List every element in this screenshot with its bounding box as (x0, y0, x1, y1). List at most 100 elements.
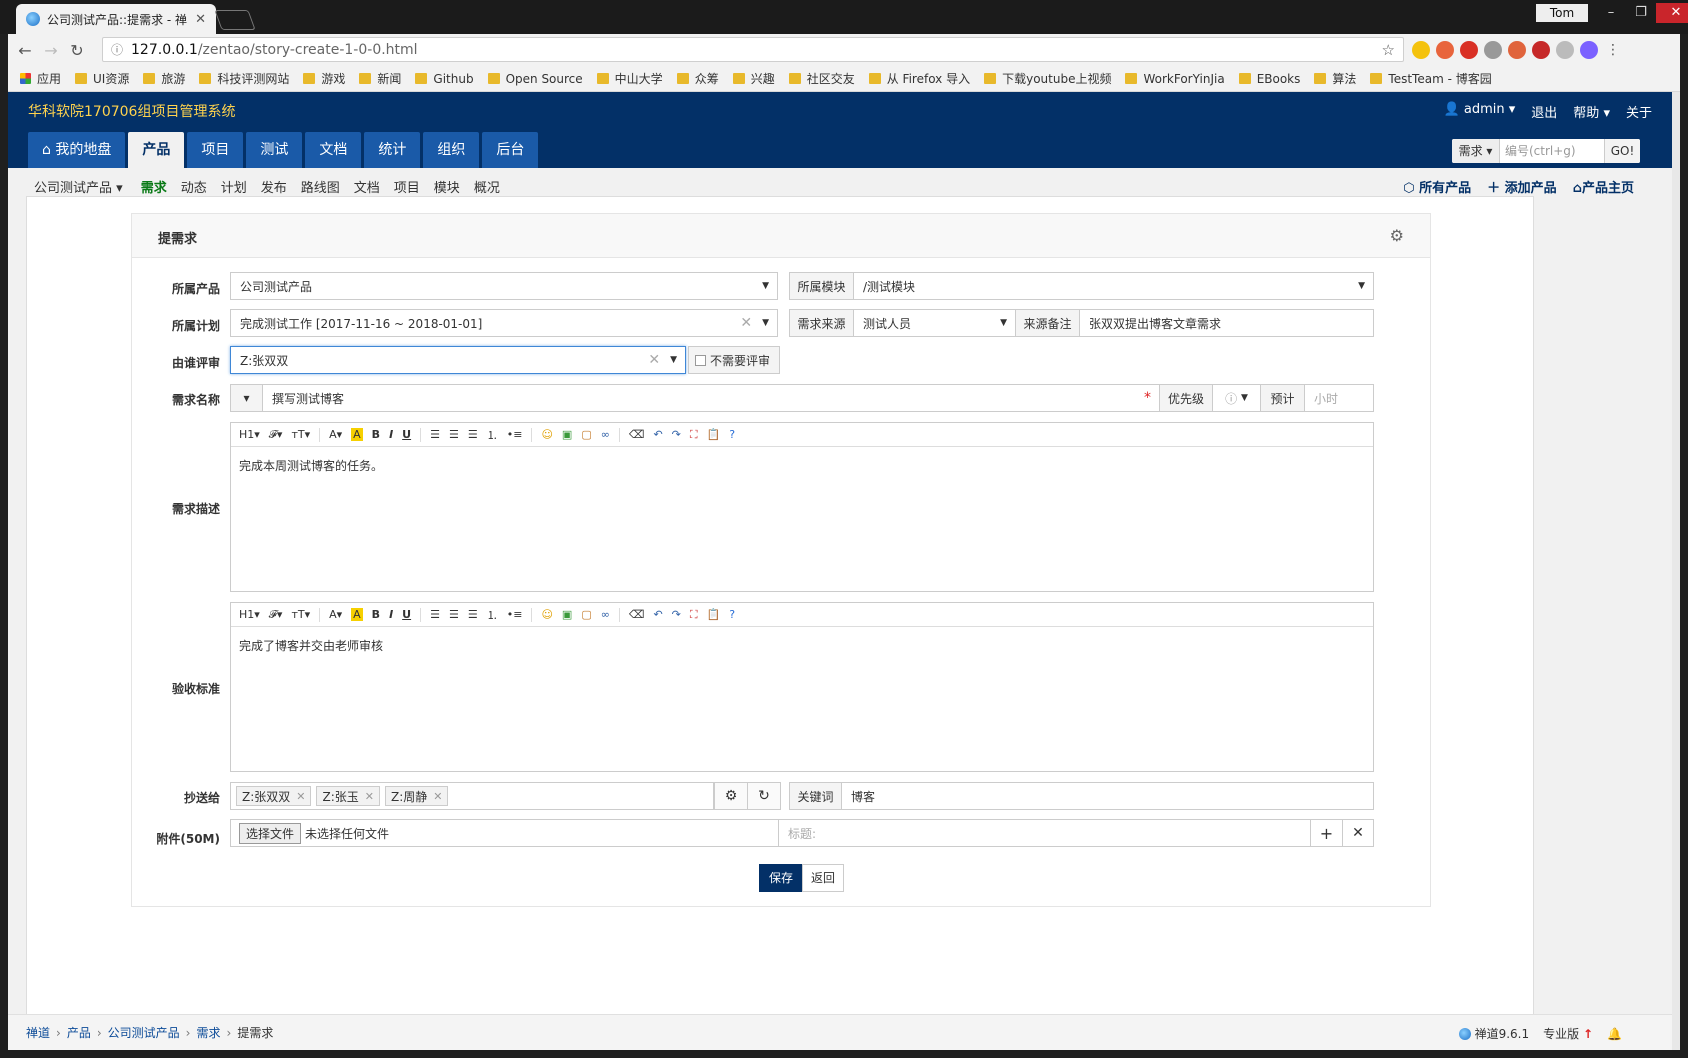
bookmark-item[interactable]: 众筹 (676, 70, 719, 87)
image-icon[interactable]: ▣ (562, 428, 572, 441)
main-nav-item[interactable]: 统计 (364, 132, 421, 168)
breadcrumb-item[interactable]: 产品 (67, 1024, 91, 1041)
search-type-select[interactable]: 需求 ▾ (1452, 139, 1500, 163)
story-name-input[interactable]: 撰写测试博客 (263, 390, 1144, 407)
source-select[interactable]: 测试人员 ▼ (854, 310, 1016, 336)
remove-file-icon[interactable]: ✕ (1342, 819, 1374, 847)
choose-file-button[interactable]: 选择文件 (239, 822, 302, 844)
sub-nav-item[interactable]: 项目 (394, 177, 420, 196)
emoji-icon[interactable]: ☺ (541, 608, 552, 621)
close-tab-icon[interactable]: ✕ (195, 12, 206, 27)
bullet-list-icon[interactable]: •≡ (507, 608, 523, 621)
link-icon[interactable]: ∞ (601, 428, 610, 441)
help-icon[interactable]: ? (729, 608, 735, 621)
plan-select[interactable]: 完成测试工作 [2017-11-16 ~ 2018-01-01] ✕ ▼ (230, 309, 778, 337)
undo-icon[interactable]: ↶ (653, 428, 662, 441)
bold-icon[interactable]: B (372, 428, 380, 441)
highlight-icon[interactable]: A (351, 428, 363, 441)
bookmark-star-icon[interactable]: ☆ (1382, 41, 1395, 59)
font-size-icon[interactable]: тT▾ (291, 608, 310, 621)
ordered-list-icon[interactable]: ⒈ (487, 607, 498, 623)
estimate-input[interactable]: 小时 (1305, 390, 1373, 407)
bookmark-item[interactable]: 社区交友 (788, 70, 855, 87)
mailto-tag[interactable]: Z:张双双 ✕ (236, 786, 312, 806)
underline-icon[interactable]: U (402, 428, 411, 441)
underline-icon[interactable]: U (402, 608, 411, 621)
main-nav-item[interactable]: 测试 (246, 132, 303, 168)
about-link[interactable]: 关于 (1626, 102, 1652, 121)
extension-icon[interactable] (1484, 41, 1502, 59)
font-size-icon[interactable]: тT▾ (291, 428, 310, 441)
forward-arrow-icon[interactable]: → (38, 41, 64, 60)
paste-icon[interactable]: 📋 (707, 428, 721, 441)
minimize-icon[interactable]: – (1596, 3, 1626, 23)
browser-tab[interactable]: 公司测试产品::提需求 - 禅 ✕ (16, 4, 216, 34)
bookmark-item[interactable]: 新闻 (359, 70, 401, 87)
remove-tag-icon[interactable]: ✕ (365, 790, 374, 803)
clear-icon[interactable]: ✕ (648, 352, 660, 368)
remove-tag-icon[interactable]: ✕ (433, 790, 442, 803)
bookmark-item[interactable]: UI资源 (75, 70, 129, 87)
gear-icon[interactable]: ⚙ (1390, 226, 1404, 245)
bell-icon[interactable]: 🔔 (1607, 1027, 1622, 1041)
search-input[interactable]: 编号(ctrl+g) (1500, 139, 1604, 163)
bookmark-item[interactable]: 旅游 (143, 70, 185, 87)
save-button[interactable]: 保存 (759, 864, 803, 892)
keywords-input[interactable]: 博客 (842, 788, 875, 805)
bookmark-item[interactable]: Open Source (487, 72, 583, 86)
align-center-icon[interactable]: ☰ (449, 428, 459, 441)
bookmark-item[interactable]: Github (415, 72, 474, 86)
heading-icon[interactable]: H1▾ (239, 428, 260, 441)
search-go-button[interactable]: GO! (1604, 139, 1640, 163)
sub-nav-item[interactable]: 发布 (261, 177, 287, 196)
info-icon[interactable]: ⓘ (111, 41, 123, 58)
main-nav-item[interactable]: 项目 (187, 132, 244, 168)
module-select[interactable]: 所属模块 /测试模块 ▼ (789, 272, 1374, 300)
font-color-icon[interactable]: A▾ (329, 608, 342, 621)
italic-icon[interactable]: I (389, 428, 393, 441)
link-icon[interactable]: ∞ (601, 608, 610, 621)
font-family-icon[interactable]: 𝓕▾ (269, 428, 283, 442)
all-products-link[interactable]: ⬡ 所有产品 (1403, 177, 1471, 196)
undo-icon[interactable]: ↶ (653, 608, 662, 621)
bullet-list-icon[interactable]: •≡ (507, 428, 523, 441)
sub-nav-item[interactable]: 路线图 (301, 177, 340, 196)
main-nav-item[interactable]: ⌂ 我的地盘 (28, 132, 126, 168)
bold-icon[interactable]: B (372, 608, 380, 621)
close-window-icon[interactable]: ✕ (1656, 3, 1688, 23)
fullscreen-icon[interactable]: ⛶ (690, 608, 698, 622)
bookmark-item[interactable]: 兴趣 (732, 70, 775, 87)
heading-icon[interactable]: H1▾ (239, 608, 260, 621)
bookmark-item[interactable]: 应用 (20, 70, 61, 87)
align-left-icon[interactable]: ☰ (430, 428, 440, 441)
priority-select[interactable]: ⓘ ▼ (1213, 385, 1261, 411)
font-family-icon[interactable]: 𝓕▾ (269, 608, 283, 622)
main-nav-item[interactable]: 后台 (482, 132, 539, 168)
product-home-link[interactable]: ⌂产品主页 (1573, 177, 1634, 196)
upgrade-arrow-icon[interactable]: ↑ (1583, 1027, 1593, 1041)
bookmark-item[interactable]: 下载youtube上视频 (984, 70, 1111, 87)
breadcrumb-item[interactable]: 禅道 (26, 1024, 50, 1041)
main-nav-item[interactable]: 产品 (128, 132, 185, 168)
sub-nav-item[interactable]: 模块 (434, 177, 460, 196)
file-title-input[interactable]: 标题: (778, 819, 1311, 847)
back-button[interactable]: 返回 (802, 864, 844, 892)
sub-nav-item[interactable]: 动态 (181, 177, 207, 196)
vertical-scrollbar[interactable] (1672, 92, 1680, 1050)
italic-icon[interactable]: I (389, 608, 393, 621)
product-switcher[interactable]: 公司测试产品 ▾ (34, 177, 123, 196)
extension-icon[interactable] (1508, 41, 1526, 59)
align-right-icon[interactable]: ☰ (468, 608, 478, 621)
redo-icon[interactable]: ↷ (672, 608, 681, 621)
extension-icon[interactable] (1532, 41, 1550, 59)
logout-link[interactable]: 退出 (1531, 102, 1557, 121)
extension-icon[interactable] (1412, 41, 1430, 59)
paste-icon[interactable]: 📋 (707, 608, 721, 621)
bookmark-item[interactable]: TestTeam - 博客园 (1370, 70, 1492, 87)
browser-user[interactable]: Tom (1536, 4, 1588, 22)
sub-nav-item[interactable]: 文档 (354, 177, 380, 196)
bookmark-item[interactable]: 中山大学 (596, 70, 663, 87)
address-bar[interactable]: ⓘ 127.0.0.1 /zentao/story-create-1-0-0.h… (102, 37, 1404, 62)
breadcrumb-item[interactable]: 公司测试产品 (108, 1024, 180, 1041)
menu-icon[interactable]: ⋮ (1604, 41, 1622, 59)
